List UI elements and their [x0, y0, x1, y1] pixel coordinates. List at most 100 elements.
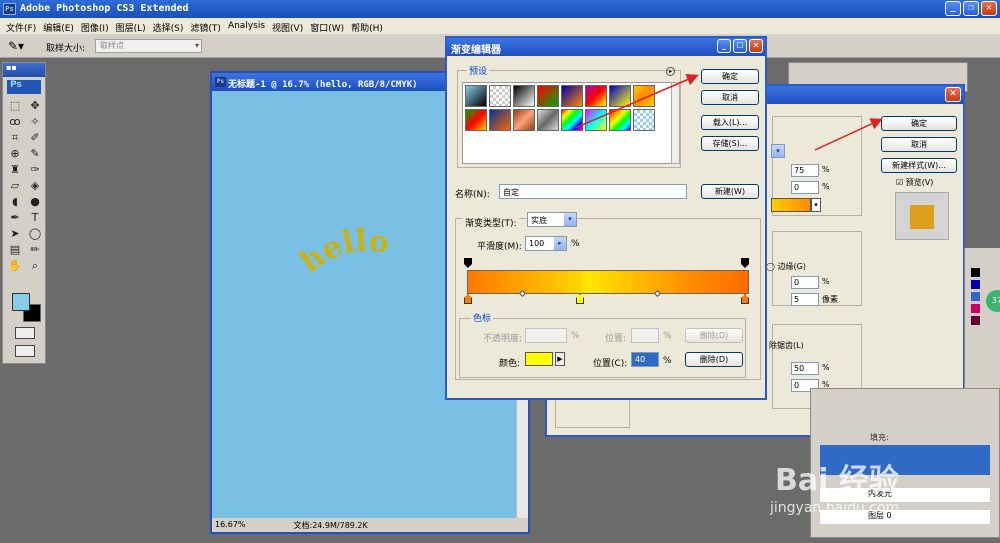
screen-mode-button[interactable] — [15, 345, 35, 357]
load-button[interactable]: 载入(L)... — [701, 115, 759, 130]
healing-tool-icon[interactable]: ⊕ — [7, 147, 23, 161]
eyedropper-tool-icon[interactable]: ✎▾ — [8, 39, 34, 54]
color-menu-arrow-icon[interactable]: ▶ — [555, 352, 565, 366]
shape-tool-icon[interactable]: ◯ — [27, 227, 43, 241]
ge-minimize-button[interactable]: _ — [717, 39, 731, 53]
layer-style-close-button[interactable]: ✕ — [945, 87, 961, 102]
layer-style-ok-button[interactable]: 确定 — [881, 116, 957, 131]
menu-layer[interactable]: 图层(L) — [114, 18, 151, 34]
new-style-button[interactable]: 新建样式(W)... — [881, 158, 957, 173]
preset-swatch[interactable] — [633, 109, 655, 131]
ok-button[interactable]: 确定 — [701, 69, 759, 84]
quick-mask-button[interactable] — [15, 327, 35, 339]
preset-swatch[interactable] — [465, 109, 487, 131]
minimize-button[interactable]: _ — [945, 1, 961, 16]
layer-style-field-3[interactable]: 0 — [791, 276, 819, 289]
gradient-swatch[interactable] — [771, 198, 811, 212]
new-button[interactable]: 新建(W) — [701, 184, 759, 199]
menu-view[interactable]: 视图(V) — [270, 18, 308, 34]
magic-wand-tool-icon[interactable]: ✧ — [27, 115, 43, 129]
preset-swatch[interactable] — [561, 85, 583, 107]
preset-swatch[interactable] — [513, 85, 535, 107]
cancel-button[interactable]: 取消 — [701, 90, 759, 105]
photoshop-logo-icon: Ps — [3, 3, 16, 15]
antialias-checkbox-label[interactable]: 除锯齿(L) — [769, 340, 804, 351]
color-location-input[interactable]: 40 — [631, 352, 659, 367]
close-button[interactable]: ✕ — [981, 1, 997, 16]
pen-tool-icon[interactable]: ✒ — [7, 211, 23, 225]
menu-select[interactable]: 选择(S) — [151, 18, 189, 34]
gradient-type-select[interactable]: 实底 ▾ — [527, 212, 577, 227]
zoom-tool-icon[interactable]: ⌕ — [27, 259, 43, 273]
eyedropper-tool-icon-tb[interactable]: ✏ — [27, 243, 43, 257]
menu-window[interactable]: 窗口(W) — [308, 18, 349, 34]
edge-option[interactable]: ◯ 边缘(G) — [766, 261, 806, 272]
layer-style-field-4[interactable]: 5 — [791, 293, 819, 306]
foreground-color-swatch[interactable] — [12, 293, 30, 311]
preset-swatch[interactable] — [489, 85, 511, 107]
crop-tool-icon[interactable]: ⌗ — [7, 131, 23, 145]
name-input[interactable]: 自定 — [499, 184, 687, 199]
preset-swatch[interactable] — [537, 109, 559, 131]
preset-swatch[interactable] — [465, 85, 487, 107]
hand-tool-icon[interactable]: ✋ — [7, 259, 23, 273]
eraser-tool-icon[interactable]: ▱ — [7, 179, 23, 193]
notes-tool-icon[interactable]: ▤ — [7, 243, 23, 257]
gradient-preview-bar[interactable] — [467, 270, 749, 294]
slider-arrow-icon[interactable]: ▸ — [554, 237, 566, 250]
path-select-tool-icon[interactable]: ➤ — [7, 227, 23, 241]
preset-swatch[interactable] — [489, 109, 511, 131]
preset-swatch[interactable] — [513, 109, 535, 131]
layer-style-field-5[interactable]: 50 — [791, 362, 819, 375]
menu-image[interactable]: 图像(I) — [79, 18, 114, 34]
ge-close-button[interactable]: ✕ — [749, 39, 763, 53]
swatch-cell[interactable] — [971, 280, 980, 289]
dropdown-arrow-icon: ▾ — [564, 213, 576, 226]
swatch-cell[interactable] — [971, 268, 980, 277]
restore-button[interactable]: ❐ — [963, 1, 979, 16]
layer-style-field-1[interactable]: 75 — [791, 164, 819, 177]
move-tool-icon[interactable]: ✥ — [27, 99, 43, 113]
preview-checkbox[interactable]: ☑ 预览(V) — [896, 177, 933, 188]
presets-menu-icon[interactable]: ▸ — [666, 67, 675, 76]
save-button[interactable]: 存储(S)... — [701, 136, 759, 151]
preset-swatch[interactable] — [537, 85, 559, 107]
marquee-tool-icon[interactable]: ⬚ — [7, 99, 23, 113]
blur-tool-icon[interactable]: ◖ — [7, 195, 23, 209]
history-brush-tool-icon[interactable]: ✑ — [27, 163, 43, 177]
menu-edit[interactable]: 编辑(E) — [41, 18, 79, 34]
preset-swatch[interactable] — [609, 85, 631, 107]
ge-maximize-button[interactable]: ☐ — [733, 39, 747, 53]
swatch-cell[interactable] — [971, 304, 980, 313]
menu-file[interactable]: 文件(F) — [4, 18, 41, 34]
menu-filter[interactable]: 滤镜(T) — [188, 18, 226, 34]
color-delete-button[interactable]: 删除(D) — [685, 352, 743, 367]
stop-color-swatch[interactable] — [525, 352, 553, 366]
layer-style-cancel-button[interactable]: 取消 — [881, 137, 957, 152]
preset-swatch[interactable] — [585, 85, 607, 107]
stamp-tool-icon[interactable]: ♜ — [7, 163, 23, 177]
lasso-tool-icon[interactable]: ꝏ — [7, 115, 23, 129]
toolbox-header[interactable]: ▪▪ — [3, 63, 45, 77]
smoothness-input[interactable]: 100 ▸ — [525, 236, 567, 251]
preset-swatch[interactable] — [633, 85, 655, 107]
presets-scrollbar[interactable] — [671, 82, 680, 164]
blend-mode-dropdown-arrow-icon[interactable]: ▾ — [771, 144, 785, 158]
slice-tool-icon[interactable]: ✐ — [27, 131, 43, 145]
zoom-level[interactable]: 16.67% — [215, 520, 246, 530]
menu-help[interactable]: 帮助(H) — [349, 18, 388, 34]
preset-swatch[interactable] — [585, 109, 607, 131]
layer-style-field-2[interactable]: 0 — [791, 181, 819, 194]
type-tool-icon[interactable]: T — [27, 211, 43, 225]
gradient-dropdown-icon[interactable]: ▾ — [811, 198, 821, 212]
swatch-cell[interactable] — [971, 316, 980, 325]
app-title-bar: Ps Adobe Photoshop CS3 Extended _ ❐ ✕ — [0, 0, 1000, 18]
menu-analysis[interactable]: Analysis — [226, 18, 270, 34]
dodge-tool-icon[interactable]: ● — [27, 195, 43, 209]
preset-swatch[interactable] — [609, 109, 631, 131]
brush-tool-icon[interactable]: ✎ — [27, 147, 43, 161]
preset-swatch[interactable] — [561, 109, 583, 131]
paint-bucket-tool-icon[interactable]: ◈ — [27, 179, 43, 193]
swatch-cell[interactable] — [971, 292, 980, 301]
sample-size-select[interactable]: 取样点 — [95, 39, 202, 53]
